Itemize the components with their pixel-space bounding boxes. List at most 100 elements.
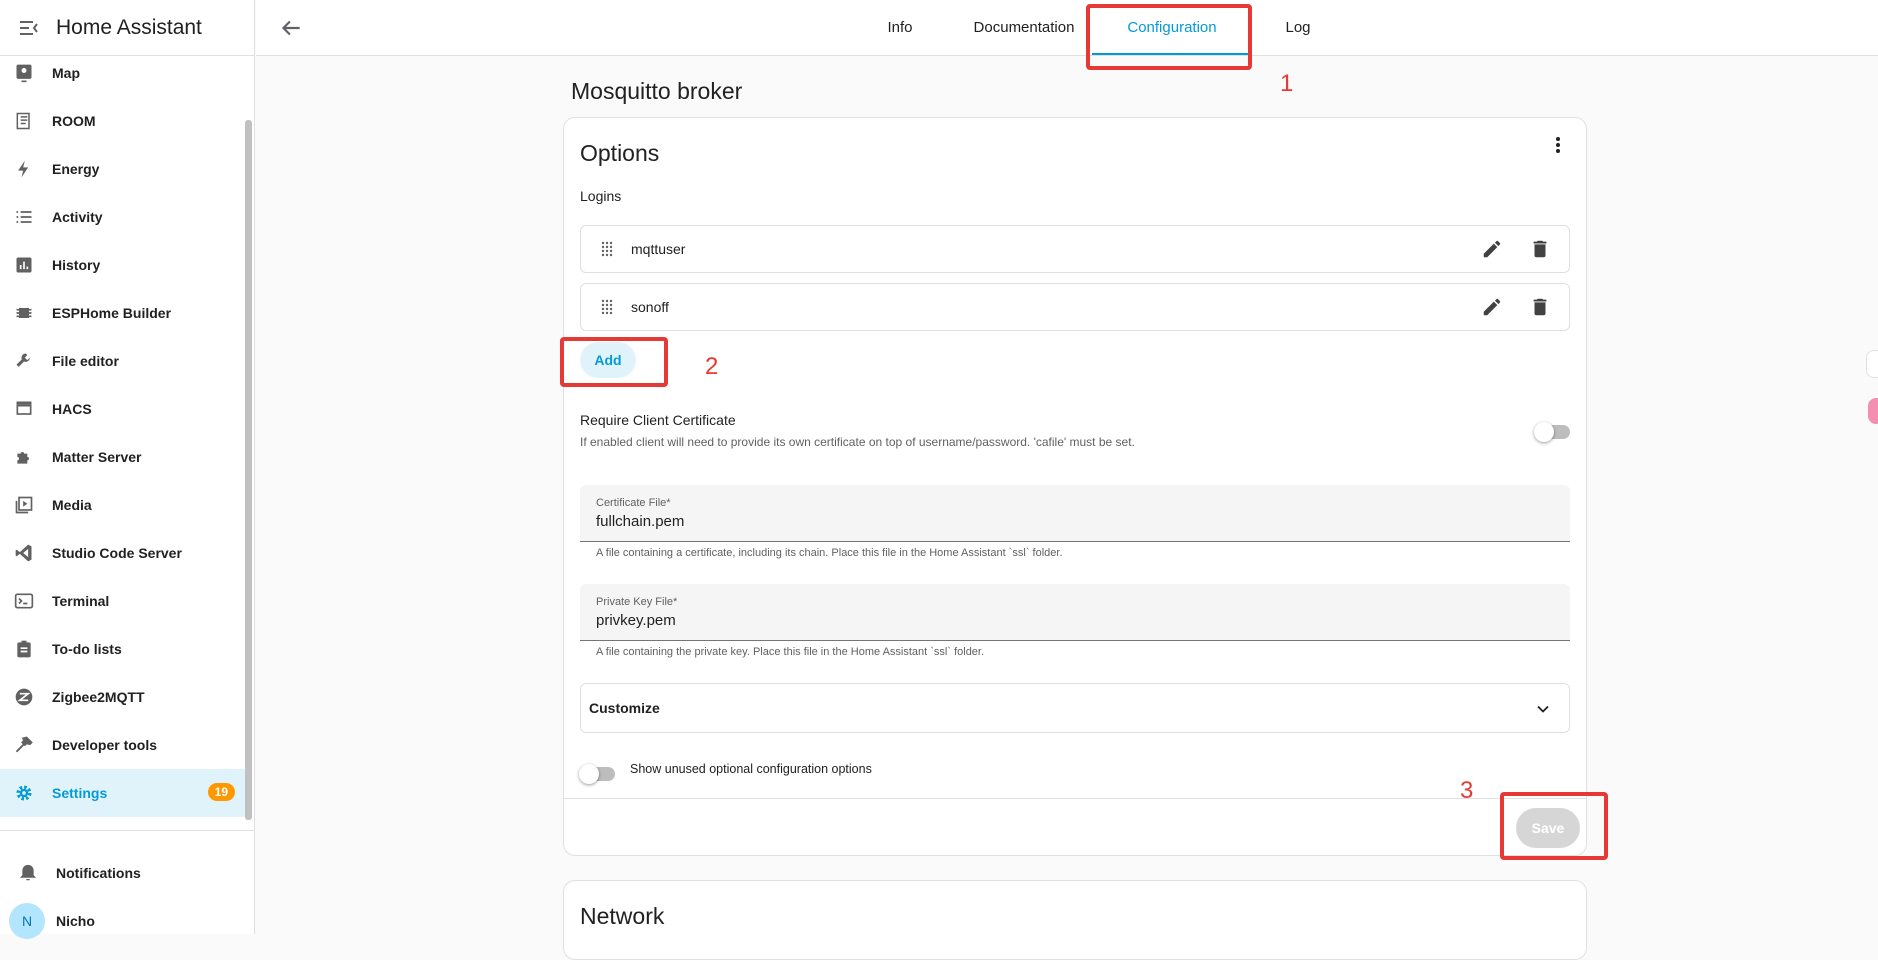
field-label: Private Key File* — [596, 596, 678, 608]
sidebar-bottom: Notifications N Nicho — [0, 830, 254, 945]
sidebar-item-file-editor[interactable]: File editor — [0, 337, 245, 385]
pencil-icon[interactable] — [1481, 296, 1503, 318]
annotation-number: 3 — [1460, 777, 1474, 804]
sidebar-item-hacs[interactable]: HACS — [0, 385, 245, 433]
sidebar: Home Assistant Map ROOM Energy Activity … — [0, 0, 255, 939]
certificate-file-field[interactable]: Certificate File* fullchain.pem — [580, 485, 1570, 542]
hacs-icon — [12, 397, 36, 421]
sidebar-item-label: Terminal — [52, 593, 110, 609]
edge-floating-button[interactable] — [1868, 398, 1878, 424]
gear-icon — [12, 781, 36, 805]
card-divider — [564, 798, 1586, 799]
private-key-file-field[interactable]: Private Key File* privkey.pem — [580, 584, 1570, 641]
sidebar-item-settings[interactable]: Settings 19 — [0, 769, 245, 817]
scrollbar-thumb[interactable] — [245, 120, 252, 820]
sidebar-item-matter[interactable]: Matter Server — [0, 433, 245, 481]
sidebar-header: Home Assistant — [0, 0, 254, 56]
tab-log[interactable]: Log — [1262, 0, 1334, 55]
terminal-icon — [12, 589, 36, 613]
sidebar-item-zigbee[interactable]: Zigbee2MQTT — [0, 673, 245, 721]
notification-badge: 19 — [207, 783, 235, 801]
sidebar-scrollbar[interactable] — [243, 55, 253, 825]
sidebar-item-label: Zigbee2MQTT — [52, 689, 145, 705]
map-icon — [12, 61, 36, 85]
sidebar-item-user[interactable]: N Nicho — [0, 897, 254, 945]
sidebar-item-label: Energy — [52, 161, 100, 177]
sidebar-item-todo[interactable]: To-do lists — [0, 625, 245, 673]
annotation-number: 1 — [1280, 70, 1294, 97]
sidebar-item-label: Activity — [52, 209, 103, 225]
sidebar-item-label: Map — [52, 65, 80, 81]
chart-icon — [12, 253, 36, 277]
sidebar-item-label: ESPHome Builder — [52, 305, 172, 321]
sidebar-item-label: Notifications — [56, 865, 141, 881]
network-card: Network — [563, 880, 1587, 960]
wrench-icon — [12, 349, 36, 373]
pencil-icon[interactable] — [1481, 238, 1503, 260]
tab-documentation[interactable]: Documentation — [956, 0, 1092, 55]
user-name: Nicho — [56, 913, 95, 929]
sidebar-item-notifications[interactable]: Notifications — [0, 849, 254, 897]
puzzle-icon — [12, 445, 36, 469]
drag-handle-icon[interactable] — [599, 299, 615, 315]
field-value: privkey.pem — [596, 612, 676, 629]
sidebar-item-label: Settings — [52, 785, 108, 801]
list-icon — [12, 205, 36, 229]
tab-info[interactable]: Info — [866, 0, 934, 55]
sidebar-item-label: File editor — [52, 353, 119, 369]
room-icon — [12, 109, 36, 133]
private-key-file-help: A file containing the private key. Place… — [596, 646, 985, 658]
field-label: Certificate File* — [596, 497, 671, 509]
require-cert-toggle[interactable] — [1534, 422, 1570, 442]
customize-label: Customize — [589, 700, 660, 716]
annotation-number: 2 — [705, 353, 719, 380]
sidebar-item-label: Matter Server — [52, 449, 142, 465]
login-name: mqttuser — [631, 241, 686, 257]
sidebar-item-esphome[interactable]: ESPHome Builder — [0, 289, 245, 337]
sidebar-item-label: Media — [52, 497, 92, 513]
more-vertical-icon[interactable] — [1548, 133, 1568, 157]
annotation-box-add — [560, 337, 668, 387]
trash-icon[interactable] — [1529, 296, 1551, 318]
network-title: Network — [580, 903, 665, 929]
media-icon — [12, 493, 36, 517]
back-arrow-icon[interactable] — [278, 15, 304, 41]
sidebar-item-terminal[interactable]: Terminal — [0, 577, 245, 625]
sidebar-item-label: History — [52, 257, 101, 273]
sidebar-item-history[interactable]: History — [0, 241, 245, 289]
sidebar-item-label: Studio Code Server — [52, 545, 182, 561]
sidebar-nav: Map ROOM Energy Activity History ESPHome… — [0, 55, 245, 825]
annotation-box-save — [1500, 792, 1608, 860]
drag-handle-icon[interactable] — [599, 241, 615, 257]
sidebar-item-media[interactable]: Media — [0, 481, 245, 529]
show-unused-label: Show unused optional configuration optio… — [630, 762, 872, 776]
lightning-icon — [12, 157, 36, 181]
vscode-icon — [12, 541, 36, 565]
toggle-knob — [579, 764, 599, 784]
sidebar-item-label: HACS — [52, 401, 92, 417]
sidebar-item-label: ROOM — [52, 113, 96, 129]
chip-icon — [12, 301, 36, 325]
bell-icon — [16, 861, 40, 885]
app-title: Home Assistant — [56, 15, 202, 39]
options-card: Options Logins mqttuser sonoff Add Requi… — [563, 117, 1587, 856]
trash-icon[interactable] — [1529, 238, 1551, 260]
show-unused-toggle[interactable] — [579, 764, 615, 784]
sidebar-item-code-server[interactable]: Studio Code Server — [0, 529, 245, 577]
login-row[interactable]: mqttuser — [580, 225, 1570, 273]
menu-collapse-icon[interactable] — [16, 16, 42, 40]
require-cert-title: Require Client Certificate — [580, 412, 736, 428]
customize-expander[interactable]: Customize — [580, 683, 1570, 733]
edge-floating-button[interactable] — [1866, 350, 1878, 378]
sidebar-item-room[interactable]: ROOM — [0, 97, 245, 145]
chevron-down-icon — [1537, 705, 1549, 713]
require-cert-description: If enabled client will need to provide i… — [580, 435, 1135, 449]
sidebar-item-map[interactable]: Map — [0, 55, 245, 97]
login-row[interactable]: sonoff — [580, 283, 1570, 331]
clipboard-icon — [12, 637, 36, 661]
sidebar-item-energy[interactable]: Energy — [0, 145, 245, 193]
sidebar-item-activity[interactable]: Activity — [0, 193, 245, 241]
sidebar-item-developer-tools[interactable]: Developer tools — [0, 721, 245, 769]
field-value: fullchain.pem — [596, 513, 685, 530]
options-title: Options — [580, 140, 660, 166]
